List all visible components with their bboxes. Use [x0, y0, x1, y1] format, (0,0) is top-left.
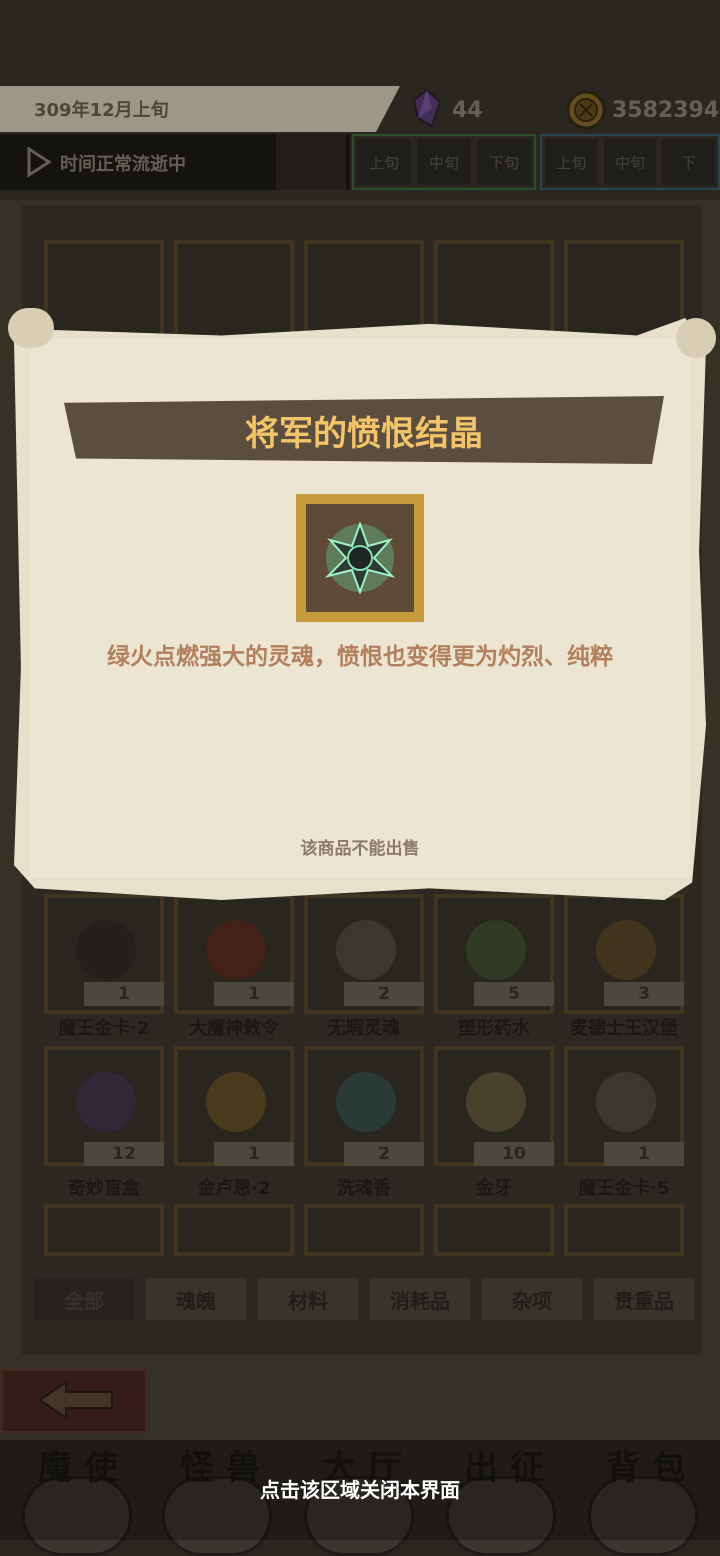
item-name: 塑形药水 [458, 1018, 530, 1039]
item-name: 无暇灵魂 [328, 1018, 400, 1039]
item-count: 2 [344, 1142, 424, 1166]
scroll-curl-left [8, 308, 54, 348]
scroll-curl-right [676, 318, 716, 358]
item-count: 1 [604, 1142, 684, 1166]
item-name: 金牙 [476, 1178, 512, 1199]
period-early[interactable]: 上旬 [357, 139, 411, 185]
card-icon [596, 1072, 656, 1132]
back-arrow-icon [38, 1380, 113, 1420]
item-name: 麦德士王汉堡 [570, 1018, 678, 1039]
inventory-slot[interactable] [564, 1204, 684, 1256]
item-count: 2 [344, 982, 424, 1006]
item-count: 1 [214, 982, 294, 1006]
period-selector-2: 上旬 中旬 下 [540, 134, 720, 190]
period-mid-2[interactable]: 中旬 [603, 139, 657, 185]
tab-valuables[interactable]: 贵重品 [594, 1278, 694, 1320]
item-count: 3 [604, 982, 684, 1006]
gold-count: 3582394 [612, 98, 720, 123]
period-early-2[interactable]: 上旬 [545, 139, 598, 185]
tab-consumables[interactable]: 消耗品 [370, 1278, 470, 1320]
inventory-slot[interactable] [44, 1204, 164, 1256]
close-hint[interactable]: 点击该区域关闭本界面 [0, 1474, 720, 1503]
incense-icon [336, 1072, 396, 1132]
item-detail-modal: 将军的愤恨结晶 绿火点燃强大的灵魂，愤恨也变得更为灼烈、纯粹 该商品不能出售 [8, 308, 716, 900]
inventory-slot[interactable] [434, 1204, 554, 1256]
crystal-count: 44 [452, 98, 483, 123]
item-count: 10 [474, 1142, 554, 1166]
soul-icon [336, 920, 396, 980]
rune-icon [206, 1072, 266, 1132]
period-mid[interactable]: 中旬 [417, 139, 471, 185]
item-description: 绿火点燃强大的灵魂，愤恨也变得更为灼烈、纯粹 [107, 644, 613, 670]
tab-all[interactable]: 全部 [34, 1278, 134, 1320]
period-late[interactable]: 下旬 [477, 139, 531, 185]
item-count: 5 [474, 982, 554, 1006]
card-icon [76, 920, 136, 980]
burger-icon [596, 920, 656, 980]
item-name: 洗魂香 [337, 1178, 391, 1199]
item-name: 奇妙盲盒 [68, 1178, 140, 1199]
item-name: 魔王金卡·2 [58, 1018, 150, 1039]
game-date: 309年12月上旬 [34, 100, 169, 121]
play-icon[interactable] [26, 146, 52, 178]
inventory-slot[interactable] [304, 1204, 424, 1256]
item-title: 将军的愤恨结晶 [245, 414, 483, 454]
potion-icon [466, 920, 526, 980]
tab-materials[interactable]: 材料 [258, 1278, 358, 1320]
period-selector-1: 上旬 中旬 下旬 [352, 134, 536, 190]
tooth-icon [466, 1072, 526, 1132]
time-status-text: 时间正常流逝中 [60, 154, 186, 175]
tab-souls[interactable]: 魂魄 [146, 1278, 246, 1320]
portrait-thumbnail [276, 134, 346, 190]
period-late-2[interactable]: 下 [662, 139, 716, 185]
decree-icon [206, 920, 266, 980]
spiked-crystal-icon [324, 521, 396, 595]
item-name: 大魔神敕令 [189, 1018, 279, 1039]
item-count: 1 [214, 1142, 294, 1166]
item-name: 金卢恩·2 [197, 1178, 271, 1199]
item-name: 魔王金卡·5 [578, 1178, 670, 1199]
item-count: 1 [84, 982, 164, 1006]
sell-status: 该商品不能出售 [300, 839, 420, 859]
crystal-icon [412, 88, 442, 128]
category-tabs: 全部 魂魄 材料 消耗品 杂项 贵重品 [34, 1278, 694, 1324]
item-count: 12 [84, 1142, 164, 1166]
gold-coin-icon [566, 90, 606, 130]
mystery-box-icon [76, 1072, 136, 1132]
inventory-slot[interactable] [174, 1204, 294, 1256]
tab-misc[interactable]: 杂项 [482, 1278, 582, 1320]
